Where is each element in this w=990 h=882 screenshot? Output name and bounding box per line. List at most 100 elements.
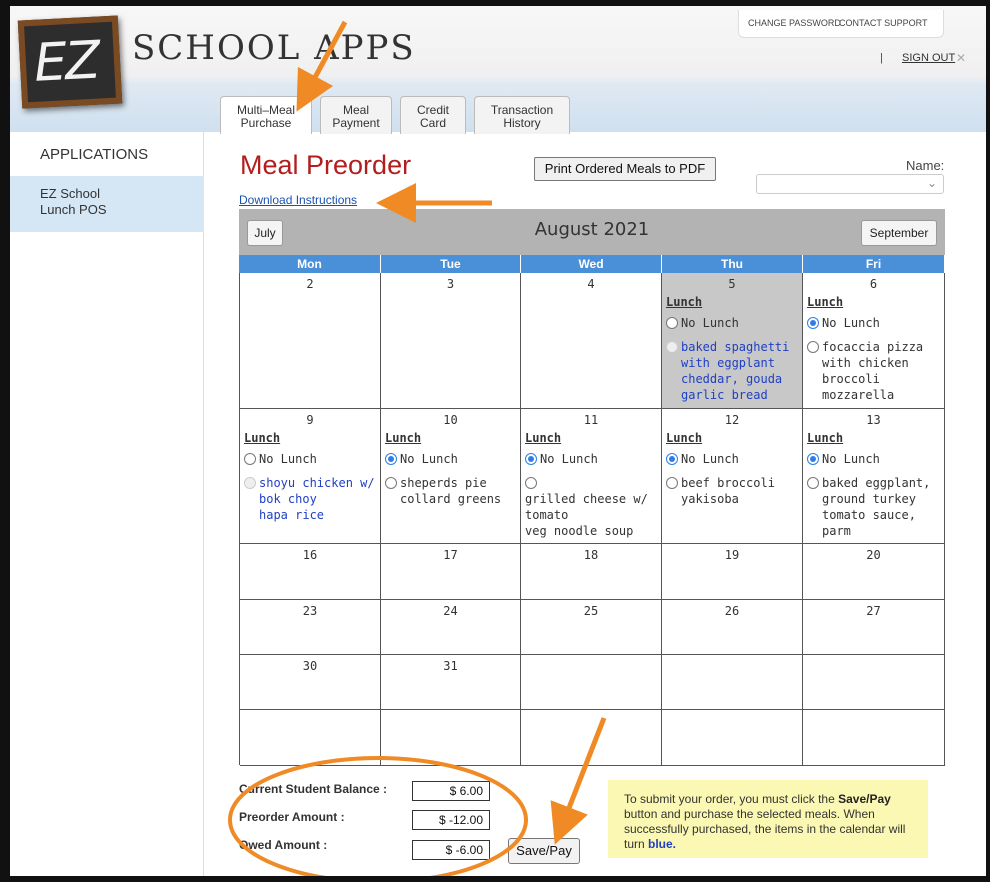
- weekday-header: Wed: [521, 255, 662, 273]
- meal-option[interactable]: shoyu chicken w/bok choy hapa rice: [244, 475, 375, 523]
- option-label: No Lunch: [540, 452, 598, 466]
- meal-option[interactable]: beef broccoli yakisoba: [666, 475, 775, 507]
- radio-button[interactable]: [525, 477, 537, 489]
- radio-button[interactable]: [807, 317, 819, 329]
- meal-option[interactable]: grilled cheese w/tomato veg noodle soup: [525, 475, 661, 539]
- no-lunch-option[interactable]: No Lunch: [385, 451, 458, 467]
- sidebar-item-lunch-pos[interactable]: EZ School Lunch POS: [10, 176, 204, 232]
- tab-label-line2: Payment: [332, 116, 380, 130]
- weekday-header: Tue: [381, 255, 521, 273]
- lunch-heading: Lunch: [666, 431, 703, 445]
- radio-button[interactable]: [385, 477, 397, 489]
- page-title: Meal Preorder: [240, 150, 412, 180]
- lunch-heading: Lunch: [385, 431, 422, 445]
- radio-button[interactable]: [666, 341, 678, 353]
- calendar-day: 31: [381, 655, 521, 710]
- lunch-heading: Lunch: [807, 431, 844, 445]
- radio-button[interactable]: [666, 477, 678, 489]
- calendar-day: [803, 655, 945, 710]
- tab-transaction-history[interactable]: Transaction History: [474, 96, 570, 134]
- radio-button[interactable]: [807, 477, 819, 489]
- contact-support-link[interactable]: CONTACT SUPPORT: [839, 18, 928, 28]
- meal-option[interactable]: baked eggplant, ground turkey tomato sauce…: [807, 475, 930, 539]
- meal-option[interactable]: focaccia pizza with chicken broccoli mozzar…: [807, 339, 923, 403]
- no-lunch-option[interactable]: No Lunch: [525, 451, 598, 467]
- sign-out-link[interactable]: SIGN OUT: [902, 52, 955, 64]
- tab-credit-card[interactable]: Credit Card: [400, 96, 466, 134]
- day-number: 24: [443, 604, 458, 618]
- calendar-day: [521, 655, 662, 710]
- next-month-button[interactable]: September: [861, 220, 937, 246]
- save-pay-button[interactable]: Save/Pay: [508, 838, 580, 864]
- chevron-down-icon: ⌄: [926, 176, 937, 190]
- calendar-day: 23: [240, 600, 381, 655]
- radio-button[interactable]: [525, 453, 537, 465]
- radio-button[interactable]: [244, 453, 256, 465]
- sidebar-item-label: EZ School Lunch POS: [40, 186, 107, 218]
- radio-button[interactable]: [807, 453, 819, 465]
- option-label: No Lunch: [822, 316, 880, 330]
- day-number: 9: [306, 413, 314, 427]
- tab-multi-meal-purchase[interactable]: Multi–Meal Purchase: [220, 96, 312, 134]
- calendar-day: [662, 655, 803, 710]
- option-label: No Lunch: [681, 316, 739, 330]
- calendar-day: 25: [521, 600, 662, 655]
- preorder-amount-label: Preorder Amount :: [239, 810, 345, 824]
- change-password-link[interactable]: CHANGE PASSWORD: [748, 18, 841, 28]
- lunch-heading: Lunch: [244, 431, 281, 445]
- print-pdf-button[interactable]: Print Ordered Meals to PDF: [534, 157, 716, 181]
- lunch-heading: Lunch: [807, 295, 844, 309]
- tab-meal-payment[interactable]: Meal Payment: [320, 96, 392, 134]
- calendar-day: 16: [240, 544, 381, 600]
- calendar-day: 27: [803, 600, 945, 655]
- logo-text: SCHOOL APPS: [132, 28, 416, 68]
- logo-mark: EZ: [32, 30, 101, 94]
- meal-option[interactable]: sheperds pie collard greens: [385, 475, 501, 507]
- account-links: CHANGE PASSWORD CONTACT SUPPORT: [738, 10, 944, 38]
- meal-text: baked spaghetti with eggplant cheddar, gou…: [681, 340, 790, 402]
- radio-button[interactable]: [666, 317, 678, 329]
- note-bold: Save/Pay: [838, 792, 891, 806]
- download-instructions-link[interactable]: Download Instructions: [239, 193, 357, 207]
- radio-button[interactable]: [666, 453, 678, 465]
- note-blue-word: blue.: [648, 837, 677, 851]
- meal-text: beef broccoli yakisoba: [681, 476, 775, 506]
- day-number: 13: [866, 413, 881, 427]
- sidebar-title: APPLICATIONS: [40, 146, 149, 163]
- name-select[interactable]: ⌄: [756, 174, 944, 194]
- option-label: No Lunch: [822, 452, 880, 466]
- calendar-day: [662, 710, 803, 766]
- current-balance-label: Current Student Balance :: [239, 782, 388, 796]
- calendar-day: 3: [381, 273, 521, 409]
- day-number: 30: [302, 659, 318, 673]
- no-lunch-option[interactable]: No Lunch: [244, 451, 317, 467]
- day-number: 5: [728, 277, 736, 291]
- no-lunch-option[interactable]: No Lunch: [807, 451, 880, 467]
- lunch-heading: Lunch: [525, 431, 562, 445]
- calendar-day: 20: [803, 544, 945, 600]
- day-number: 12: [724, 413, 740, 427]
- radio-button[interactable]: [385, 453, 397, 465]
- day-number: 4: [587, 277, 595, 291]
- calendar-day: 6 Lunch No Lunch focaccia pizza with chic…: [803, 273, 945, 409]
- note-text-1: To submit your order, you must click the: [624, 792, 835, 806]
- radio-button[interactable]: [244, 477, 256, 489]
- day-number: 26: [724, 604, 740, 618]
- day-number: 25: [583, 604, 599, 618]
- day-number: 17: [443, 548, 458, 562]
- calendar-day: 4: [521, 273, 662, 409]
- tab-label-line2: Card: [419, 116, 446, 130]
- meal-option[interactable]: baked spaghetti with eggplant cheddar, gou…: [666, 339, 789, 403]
- x-icon[interactable]: ✕: [956, 51, 966, 65]
- lunch-heading: Lunch: [666, 295, 703, 309]
- name-label: Name:: [906, 158, 945, 173]
- logo-chalkboard: EZ: [17, 15, 123, 109]
- no-lunch-option[interactable]: No Lunch: [807, 315, 880, 331]
- no-lunch-option[interactable]: No Lunch: [666, 315, 739, 331]
- radio-button[interactable]: [807, 341, 819, 353]
- current-balance-field: $ 6.00: [412, 781, 490, 801]
- meal-text: focaccia pizza with chicken broccoli mozzar…: [822, 340, 924, 402]
- no-lunch-option[interactable]: No Lunch: [666, 451, 739, 467]
- calendar-day: 18: [521, 544, 662, 600]
- calendar-day: 17: [381, 544, 521, 600]
